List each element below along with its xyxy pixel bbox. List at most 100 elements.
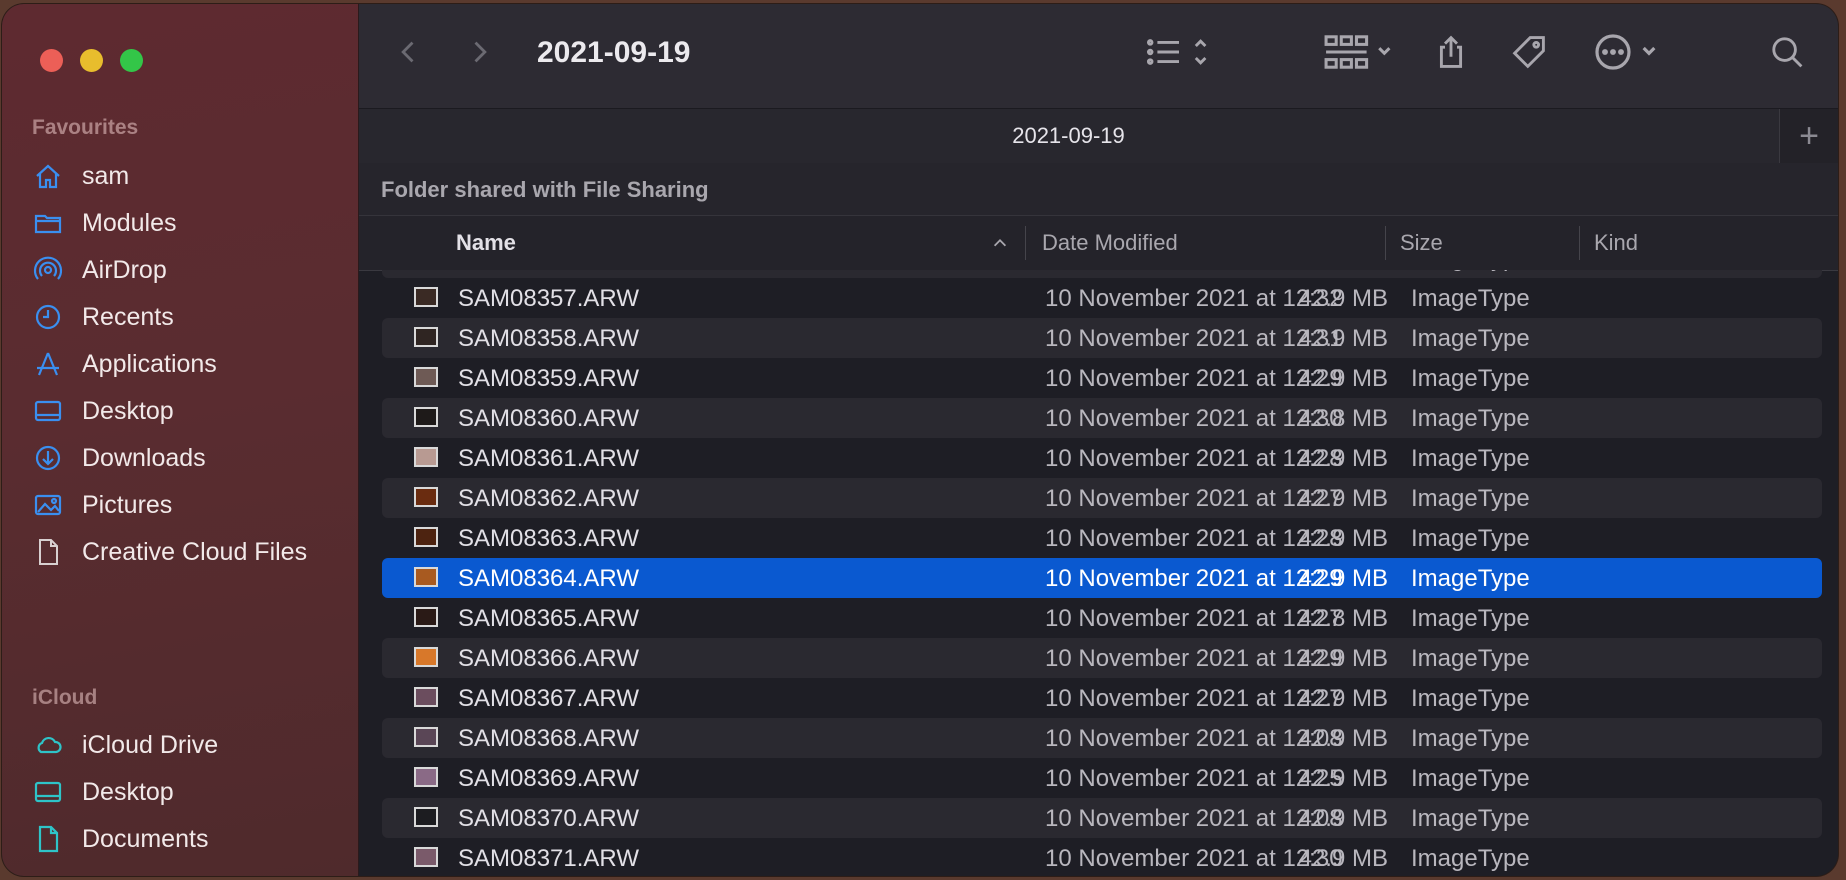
tag-icon [1512,36,1545,69]
file-size: 42.8 MB [1298,405,1388,432]
download-icon [32,442,64,474]
file-row[interactable]: SAM08368.ARW 10 November 2021 at 12:08 42.… [382,718,1822,758]
tab-bar: 2021-09-19 + [359,108,1838,164]
minimize-window-button[interactable] [80,49,103,72]
file-name: SAM08370.ARW [458,805,639,832]
file-size: 42.9 MB [1298,365,1388,392]
file-row[interactable]: SAM08371.ARW 10 November 2021 at 12:30 42.… [382,838,1822,876]
file-kind: ImageType [1411,845,1530,872]
file-name: SAM08358.ARW [458,325,639,352]
sidebar-section-icloud: iCloud [32,686,98,709]
home-icon [32,160,64,192]
file-size: 42.9 MB [1298,565,1388,592]
sidebar-item-label: Applications [82,349,217,378]
sidebar-item-label: Desktop [82,396,174,425]
column-divider[interactable] [1025,226,1026,260]
file-row[interactable]: SAM08369.ARW 10 November 2021 at 12:25 42.… [382,758,1822,798]
file-size: 42.8 MB [1252,270,1388,273]
file-row[interactable]: SAM08362.ARW 10 November 2021 at 12:27 42.… [382,478,1822,518]
folder-info-text: Folder shared with File Sharing [381,177,709,202]
sidebar-item-creative-cloud-files[interactable]: Creative Cloud Files [32,530,342,574]
file-name: SAM08368.ARW [458,725,639,752]
column-date-modified[interactable]: Date Modified [1042,230,1178,256]
file-kind: ImageType [1411,645,1530,672]
ellipsis-circle-icon [1595,34,1656,70]
new-tab-button[interactable]: + [1779,109,1838,163]
column-name[interactable]: Name [456,230,516,256]
column-size[interactable]: Size [1400,230,1443,256]
file-row[interactable]: SAM08358.ARW 10 November 2021 at 12:31 42.… [382,318,1822,358]
file-row[interactable]: SAM08361.ARW 10 November 2021 at 12:28 42.… [382,438,1822,478]
sidebar-item-label: sam [82,161,130,190]
file-row[interactable]: SAM08357.ARW 10 November 2021 at 12:32 42.… [382,278,1822,318]
search-button[interactable] [1765,30,1809,74]
close-window-button[interactable] [40,49,63,72]
column-divider[interactable] [1385,226,1386,260]
file-thumbnail [414,567,438,587]
file-row[interactable]: SAM08364.ARW 10 November 2021 at 12:29 42.… [382,558,1822,598]
file-row[interactable]: SAM08367.ARW 10 November 2021 at 12:27 42.… [382,678,1822,718]
tab-current[interactable]: 2021-09-19 [359,123,1778,149]
group-button[interactable] [1319,30,1399,74]
search-icon [1772,37,1803,68]
file-thumbnail [414,327,438,347]
file-row[interactable]: SAM08363.ARW 10 November 2021 at 12:28 42.… [382,518,1822,558]
chevron-left-icon [401,41,414,63]
column-divider[interactable] [1579,226,1580,260]
file-thumbnail [414,607,438,627]
sidebar-item-recents[interactable]: Recents [32,295,342,339]
file-kind: ImageType [1411,325,1530,352]
pictures-icon [32,489,64,521]
file-kind: ImageType [1411,565,1530,592]
file-row[interactable]: SAM08356.ARW10 November 2021 at 12:3142.… [382,270,1822,278]
file-thumbnail [414,807,438,827]
sidebar-item-sam[interactable]: sam [32,154,342,198]
file-row[interactable]: SAM08360.ARW 10 November 2021 at 12:30 42.… [382,398,1822,438]
sidebar-item-applications[interactable]: Applications [32,342,342,386]
file-name: SAM08361.ARW [458,445,639,472]
view-options-button[interactable] [1139,32,1219,72]
tag-button[interactable] [1507,30,1551,74]
sort-ascending-icon[interactable] [991,234,1009,252]
sidebar-item-downloads[interactable]: Downloads [32,436,342,480]
file-row[interactable]: SAM08365.ARW 10 November 2021 at 12:27 42.… [382,598,1822,638]
file-kind: ImageType [1411,485,1530,512]
file-thumbnail [414,367,438,387]
sidebar-item-icloud-drive[interactable]: iCloud Drive [32,723,342,767]
sidebar-item-desktop[interactable]: Desktop [32,389,342,433]
file-size: 42.9 MB [1298,645,1388,672]
file-row[interactable]: SAM08370.ARW 10 November 2021 at 12:08 42.… [382,798,1822,838]
zoom-window-button[interactable] [120,49,143,72]
back-button[interactable] [389,32,429,72]
sidebar-item-modules[interactable]: Modules [32,201,342,245]
file-row[interactable]: SAM08359.ARW 10 November 2021 at 12:29 42.… [382,358,1822,398]
file-kind: ImageType [1411,270,1530,273]
sidebar-item-label: iCloud Drive [82,730,219,759]
file-name: SAM08371.ARW [458,845,639,872]
sidebar-item-documents[interactable]: Documents [32,817,342,861]
airdrop-icon [32,254,64,286]
sidebar-item-pictures[interactable]: Pictures [32,483,342,527]
forward-button[interactable] [459,32,499,72]
window-title: 2021-09-19 [537,36,691,69]
share-button[interactable] [1429,30,1473,74]
folder-icon [32,207,64,239]
sidebar-item-label: Modules [82,208,177,237]
file-kind: ImageType [1411,805,1530,832]
folder-info-bar: Folder shared with File Sharing [359,163,1838,216]
sidebar-item-label: Creative Cloud Files [82,537,308,566]
file-name: SAM08369.ARW [458,765,639,792]
share-icon [1439,35,1463,68]
file-thumbnail [414,767,438,787]
sidebar-item-label: Desktop [82,777,174,806]
column-kind[interactable]: Kind [1594,230,1638,256]
sidebar-item-airdrop[interactable]: AirDrop [32,248,342,292]
file-name: SAM08364.ARW [458,565,639,592]
more-actions-button[interactable] [1589,30,1669,74]
file-thumbnail [414,487,438,507]
file-row[interactable]: SAM08366.ARW 10 November 2021 at 12:29 42.… [382,638,1822,678]
file-name: SAM08360.ARW [458,405,639,432]
file-size: 42.9 MB [1298,765,1388,792]
sidebar-item-icloud-desktop[interactable]: Desktop [32,770,342,814]
file-kind: ImageType [1411,285,1530,312]
